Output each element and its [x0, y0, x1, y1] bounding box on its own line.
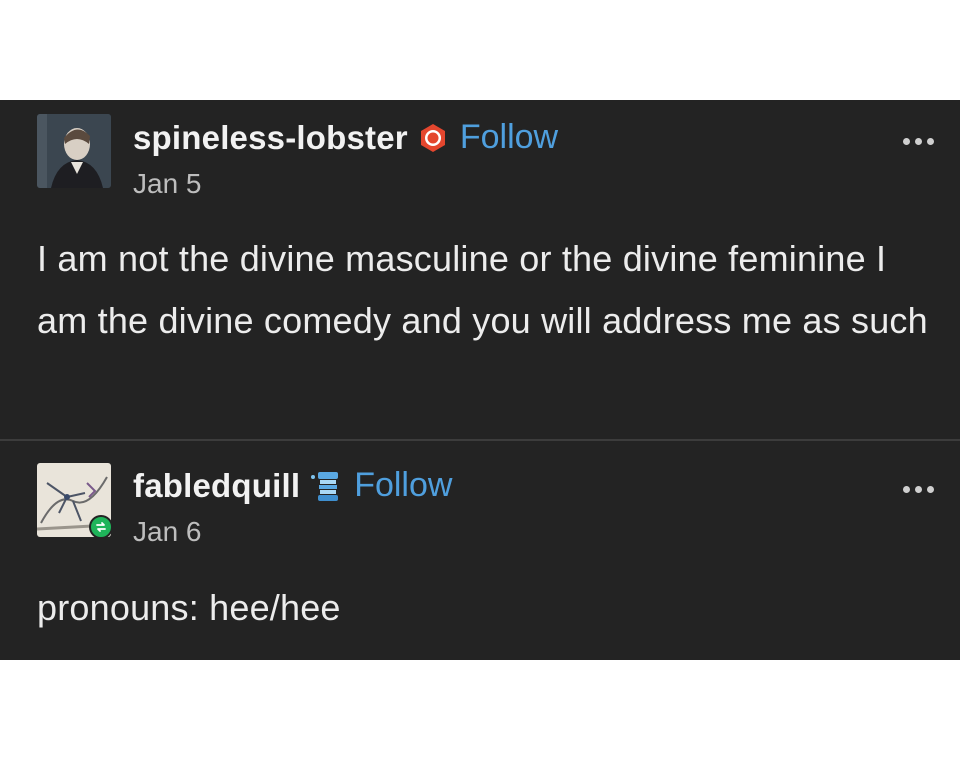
post-date: Jan 6 [133, 516, 202, 547]
more-options-icon[interactable] [903, 138, 934, 145]
avatar[interactable] [37, 463, 113, 539]
blue-scroll-badge-icon [310, 469, 342, 503]
follow-button[interactable]: Follow [460, 118, 558, 157]
follow-button[interactable]: Follow [354, 466, 452, 505]
post-thread-card: spineless-lobster Follow Jan 5 I am not … [0, 100, 960, 660]
post-body: I am not the divine masculine or the div… [37, 238, 928, 341]
post-date: Jan 5 [133, 168, 202, 199]
post-fabledquill: fabledquill Follow Jan 6 pronouns: hee/h… [0, 441, 960, 660]
post-header: fabledquill Follow [133, 466, 452, 505]
username[interactable]: fabledquill [133, 467, 300, 505]
more-options-icon[interactable] [903, 486, 934, 493]
red-hexagon-badge-icon [418, 123, 448, 153]
portrait-avatar-icon [37, 114, 111, 188]
post-header: spineless-lobster Follow [133, 118, 558, 157]
post-body: pronouns: hee/hee [37, 587, 341, 628]
reblog-icon [89, 515, 113, 539]
username[interactable]: spineless-lobster [133, 119, 408, 157]
avatar[interactable] [37, 114, 111, 188]
post-spineless-lobster: spineless-lobster Follow Jan 5 I am not … [0, 100, 960, 440]
